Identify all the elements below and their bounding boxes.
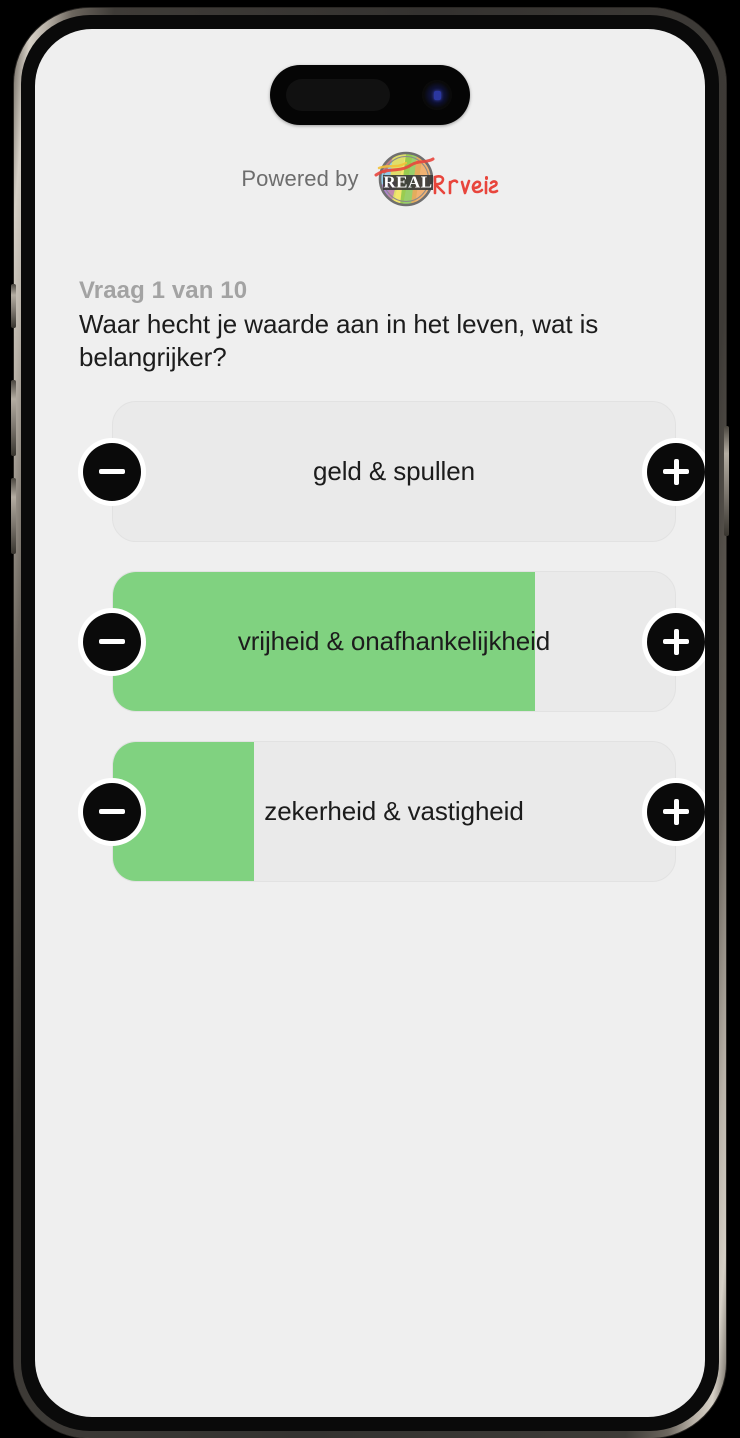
minus-icon	[99, 469, 125, 474]
increase-button-vrijheid-onafhankelijkheid[interactable]	[647, 612, 705, 671]
decrease-button-zekerheid-vastigheid[interactable]	[83, 782, 141, 841]
dynamic-island	[270, 65, 470, 125]
volume-up-button[interactable]	[11, 380, 16, 456]
answer-row: geld & spullen	[35, 401, 705, 542]
plus-icon-vertical	[673, 628, 679, 655]
power-button[interactable]	[724, 426, 729, 536]
front-camera-icon	[422, 80, 452, 110]
action-button[interactable]	[11, 284, 16, 328]
question-text: Waar hecht je waarde aan in het leven, w…	[79, 309, 599, 373]
answer-label: zekerheid & vastigheid	[264, 796, 524, 826]
powered-by-label: Powered by	[241, 166, 359, 191]
question-counter: Vraag 1 van 10	[79, 277, 248, 304]
plus-icon-vertical	[673, 458, 679, 485]
phone-frame: Powered by REAL Vraag 1 van 10 Waar hech…	[11, 8, 729, 1438]
increase-button-zekerheid-vastigheid[interactable]	[647, 782, 705, 841]
minus-icon	[99, 809, 125, 814]
question-block: Vraag 1 van 10 Waar hecht je waarde aan …	[79, 277, 685, 374]
powered-by-row: Powered by REAL	[35, 151, 705, 207]
answer-row: zekerheid & vastigheid	[35, 741, 705, 882]
minus-icon	[99, 639, 125, 644]
decrease-button-geld-spullen[interactable]	[83, 442, 141, 501]
answer-label: geld & spullen	[313, 456, 475, 486]
increase-button-geld-spullen[interactable]	[647, 442, 705, 501]
decrease-button-vrijheid-onafhankelijkheid[interactable]	[83, 612, 141, 671]
phone-screen: Powered by REAL Vraag 1 van 10 Waar hech…	[35, 29, 705, 1417]
answers-list: geld & spullen vrijheid & onafhankelijkh…	[35, 401, 705, 911]
volume-down-button[interactable]	[11, 478, 16, 554]
plus-icon-vertical	[673, 798, 679, 825]
svg-text:REAL: REAL	[383, 173, 432, 192]
answer-label: vrijheid & onafhankelijkheid	[237, 626, 551, 656]
real-drives-logo: REAL	[373, 151, 499, 207]
answer-row: vrijheid & onafhankelijkheid	[35, 571, 705, 712]
earpiece-speaker-icon	[286, 79, 390, 111]
